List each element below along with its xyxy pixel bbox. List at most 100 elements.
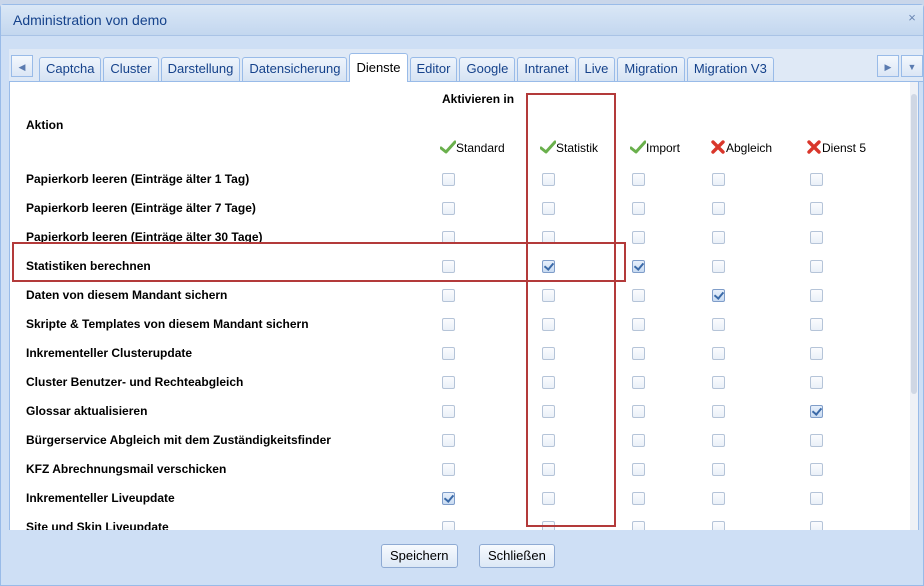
checkbox-standard[interactable] [442,318,455,331]
checkbox-import[interactable] [632,289,645,302]
checkbox-standard[interactable] [442,376,455,389]
checkbox-abgleich[interactable] [712,289,725,302]
checkbox-standard[interactable] [442,521,455,530]
checkbox-standard[interactable] [442,463,455,476]
tab-darstellung[interactable]: Darstellung [160,57,241,81]
checkbox-standard[interactable] [442,202,455,215]
row-label: Cluster Benutzer- und Rechteabgleich [26,375,244,389]
checkbox-statistik[interactable] [542,260,555,273]
checkbox-abgleich[interactable] [712,318,725,331]
tab-datensicherung[interactable]: Datensicherung [242,57,348,81]
checkbox-abgleich[interactable] [712,434,725,447]
services-panel: Aktivieren in Aktion Standard Statistik Im… [9,82,919,530]
tab-intranet[interactable]: Intranet [517,57,576,81]
checkbox-statistik[interactable] [542,376,555,389]
vertical-scrollbar[interactable] [910,82,918,530]
checkbox-abgleich[interactable] [712,492,725,505]
column-label: Dienst 5 [822,141,867,155]
table-row: Inkrementeller Clusterupdate [10,340,910,369]
tab-dienste[interactable]: Dienste [349,53,408,82]
close-icon[interactable]: × [905,11,919,25]
tab-scroll-left-icon[interactable]: ◀ [11,55,33,77]
checkbox-abgleich[interactable] [712,260,725,273]
checkbox-standard[interactable] [442,347,455,360]
checkbox-standard[interactable] [442,434,455,447]
row-label: Papierkorb leeren (Einträge älter 30 Tag… [26,230,263,244]
table-row: Skripte & Templates von diesem Mandant s… [10,311,910,340]
table-row: Papierkorb leeren (Einträge älter 1 Tag) [10,166,910,195]
checkbox-statistik[interactable] [542,231,555,244]
checkbox-import[interactable] [632,434,645,447]
checkbox-standard[interactable] [442,289,455,302]
checkbox-statistik[interactable] [542,463,555,476]
checkbox-import[interactable] [632,318,645,331]
checkbox-dienst-5[interactable] [810,289,823,302]
checkbox-standard[interactable] [442,405,455,418]
checkbox-abgleich[interactable] [712,231,725,244]
checkbox-import[interactable] [632,231,645,244]
row-label: Statistiken berechnen [26,259,151,273]
checkbox-import[interactable] [632,405,645,418]
checkbox-dienst-5[interactable] [810,202,823,215]
checkbox-import[interactable] [632,521,645,530]
checkbox-dienst-5[interactable] [810,173,823,186]
tab-migration[interactable]: Migration [617,57,685,81]
tab-migration-v3[interactable]: Migration V3 [686,57,774,81]
tab-captcha[interactable]: Captcha [39,57,102,81]
check-icon [439,140,457,154]
checkbox-dienst-5[interactable] [810,260,823,273]
checkbox-abgleich[interactable] [712,463,725,476]
dialog-titlebar[interactable]: Administration von demo × [1,5,923,36]
checkbox-dienst-5[interactable] [810,231,823,244]
row-label: Daten von diesem Mandant sichern [26,288,228,302]
cross-icon [710,140,726,154]
checkbox-dienst-5[interactable] [810,492,823,505]
checkbox-statistik[interactable] [542,405,555,418]
checkbox-dienst-5[interactable] [810,318,823,331]
tab-cluster[interactable]: Cluster [103,57,159,81]
checkbox-abgleich[interactable] [712,405,725,418]
checkbox-dienst-5[interactable] [810,434,823,447]
checkbox-statistik[interactable] [542,347,555,360]
checkbox-import[interactable] [632,492,645,505]
checkbox-import[interactable] [632,463,645,476]
tab-google[interactable]: Google [459,57,516,81]
tab-editor[interactable]: Editor [409,57,458,81]
checkbox-abgleich[interactable] [712,521,725,530]
scrollbar-thumb[interactable] [911,94,917,394]
close-button[interactable]: Schließen [479,544,555,568]
checkbox-statistik[interactable] [542,492,555,505]
tab-list: Captcha Cluster Darstellung Datensicherung D… [39,52,776,82]
checkbox-import[interactable] [632,376,645,389]
checkbox-import[interactable] [632,260,645,273]
checkbox-import[interactable] [632,202,645,215]
checkbox-abgleich[interactable] [712,202,725,215]
checkbox-statistik[interactable] [542,289,555,302]
checkbox-standard[interactable] [442,173,455,186]
checkbox-abgleich[interactable] [712,173,725,186]
checkbox-statistik[interactable] [542,434,555,447]
checkbox-dienst-5[interactable] [810,376,823,389]
tab-menu-dropdown-icon[interactable]: ▼ [901,55,923,77]
checkbox-statistik[interactable] [542,173,555,186]
checkbox-standard[interactable] [442,492,455,505]
save-button[interactable]: Speichern [381,544,458,568]
checkbox-statistik[interactable] [542,318,555,331]
checkbox-statistik[interactable] [542,202,555,215]
checkbox-dienst-5[interactable] [810,347,823,360]
checkbox-import[interactable] [632,347,645,360]
checkbox-abgleich[interactable] [712,347,725,360]
checkbox-dienst-5[interactable] [810,463,823,476]
table-row: Bürgerservice Abgleich mit dem Zuständig… [10,427,910,456]
checkbox-dienst-5[interactable] [810,405,823,418]
checkbox-standard[interactable] [442,231,455,244]
row-label: Bürgerservice Abgleich mit dem Zuständig… [26,433,331,447]
checkbox-dienst-5[interactable] [810,521,823,530]
checkbox-statistik[interactable] [542,521,555,530]
tab-scroll-right-icon[interactable]: ▶ [877,55,899,77]
tab-live[interactable]: Live [577,57,616,81]
checkbox-abgleich[interactable] [712,376,725,389]
table-row: Papierkorb leeren (Einträge älter 7 Tage… [10,195,910,224]
checkbox-standard[interactable] [442,260,455,273]
checkbox-import[interactable] [632,173,645,186]
